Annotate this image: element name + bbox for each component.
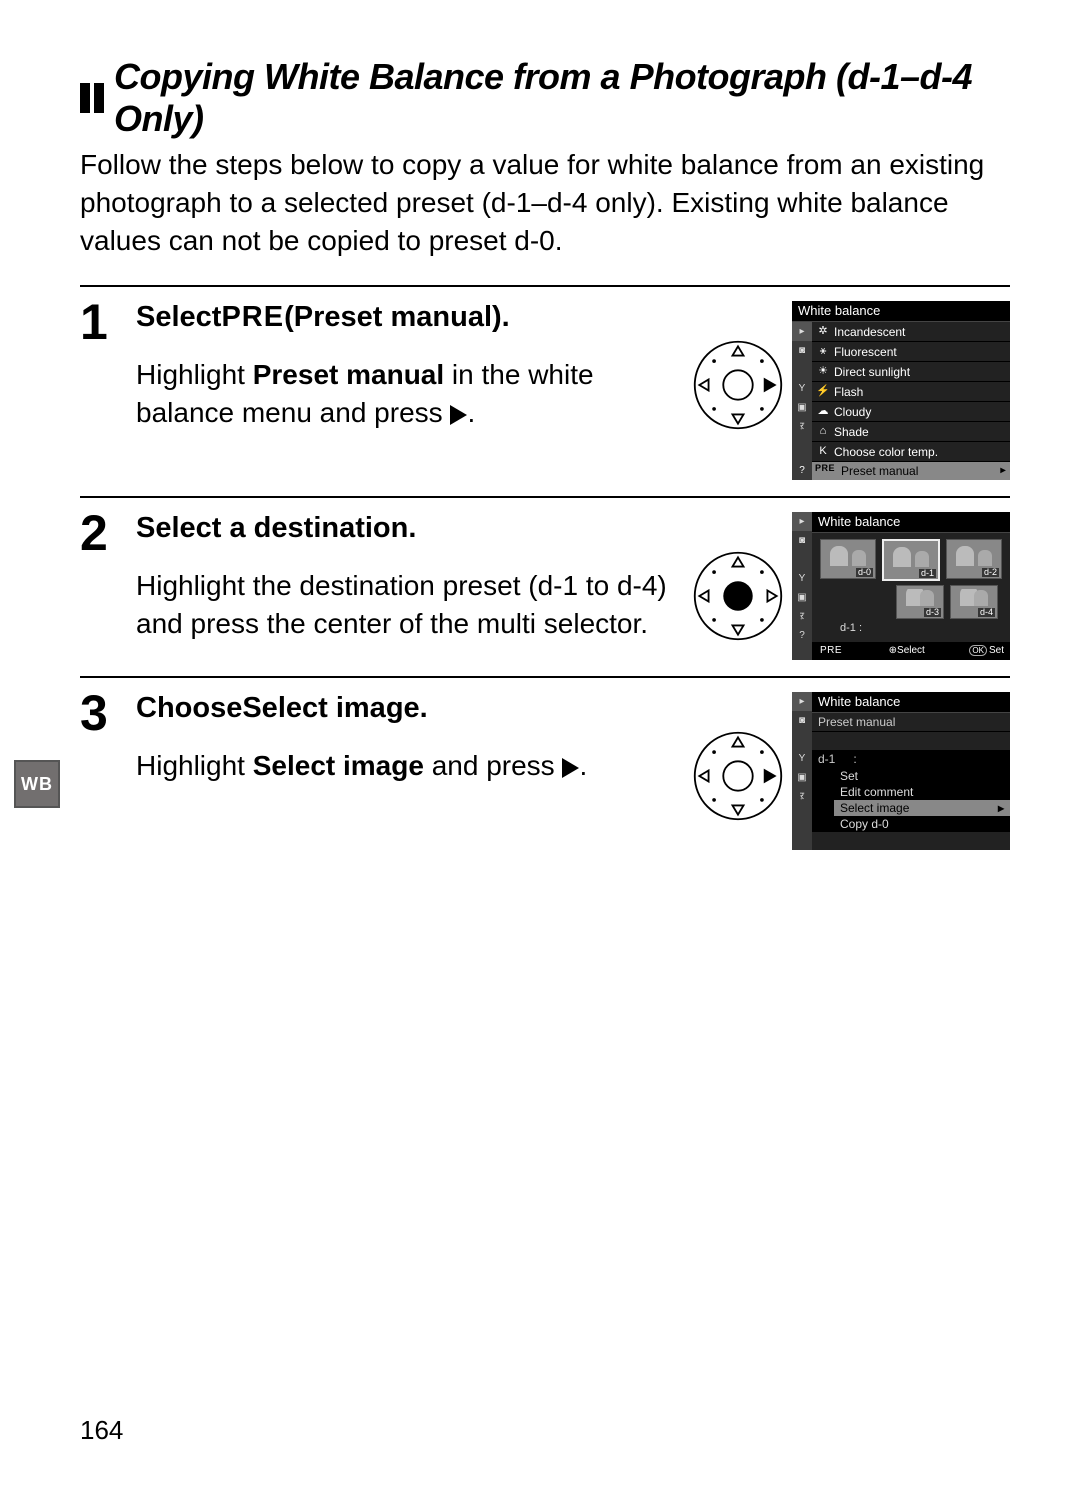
lcd1-item: ⚹Fluorescent bbox=[812, 342, 1010, 362]
preset-thumb: d-3 bbox=[896, 585, 944, 619]
lcd1-left-tabs: ▸ ◙ Y ▣ ऱ bbox=[792, 322, 812, 462]
divider bbox=[80, 496, 1010, 498]
right-arrow-icon bbox=[562, 758, 579, 778]
step-2-title: Select a destination. bbox=[136, 512, 674, 545]
step-number: 1 bbox=[80, 297, 136, 347]
lcd1-item: KChoose color temp. bbox=[812, 442, 1010, 462]
lcd-screenshot-1: White balance ▸ ◙ Y ▣ ऱ ✲Incandescent bbox=[792, 301, 1010, 480]
lcd1-selected-row: ? PRE Preset manual ▸ bbox=[792, 462, 1010, 480]
lcd3-item: Set bbox=[834, 768, 1010, 784]
lcd2-title: White balance bbox=[812, 512, 1010, 533]
lcd1-item: ⚡Flash bbox=[812, 382, 1010, 402]
multi-selector-icon bbox=[692, 339, 784, 431]
lcd3-title: White balance bbox=[812, 692, 1010, 713]
step-1: 1 Select PRE (Preset manual). Highlight … bbox=[80, 295, 1010, 480]
step-2-desc: Highlight the destination preset (d-1 to… bbox=[136, 567, 674, 643]
section-heading: Copying White Balance from a Photograph … bbox=[80, 56, 1010, 140]
right-arrow-icon bbox=[450, 405, 467, 425]
page-number: 164 bbox=[80, 1415, 123, 1446]
multi-selector-icon bbox=[692, 730, 784, 822]
preset-thumb: d-4 bbox=[950, 585, 998, 619]
step-3: 3 Choose Select image. Highlight Select … bbox=[80, 686, 1010, 850]
lcd-screenshot-2: ▸ ◙ Y ▣ ऱ ? White balance bbox=[792, 512, 1010, 660]
preset-thumb: d-0 bbox=[820, 539, 876, 579]
lcd3-item: Copy d-0 bbox=[834, 816, 1010, 832]
lcd-screenshot-3: ▸ ◙ Y ▣ ऱ White balance Preset manual d-… bbox=[792, 692, 1010, 850]
preset-thumb-selected: d-1 bbox=[882, 539, 940, 581]
step-1-title: Select PRE (Preset manual). bbox=[136, 301, 674, 334]
lcd3-left-tabs: ▸ ◙ Y ▣ ऱ bbox=[792, 692, 812, 850]
step-3-title: Choose Select image. bbox=[136, 692, 674, 725]
lcd1-item: ⌂Shade bbox=[812, 422, 1010, 442]
preset-thumb: d-2 bbox=[946, 539, 1002, 579]
step-1-desc: Highlight Preset manual in the white bal… bbox=[136, 356, 674, 432]
lcd3-preset-label: d-1: bbox=[812, 750, 1010, 768]
step-3-desc: Highlight Select image and press . bbox=[136, 747, 674, 785]
lcd2-left-tabs: ▸ ◙ Y ▣ ऱ ? bbox=[792, 512, 812, 660]
lcd2-current-label: d-1 : bbox=[818, 619, 1004, 636]
step-2: 2 Select a destination. Highlight the de… bbox=[80, 506, 1010, 660]
right-caret-icon: ▸ bbox=[998, 802, 1004, 814]
divider bbox=[80, 285, 1010, 287]
lcd1-item: ☁Cloudy bbox=[812, 402, 1010, 422]
heading-text: Copying White Balance from a Photograph … bbox=[114, 56, 1010, 140]
divider bbox=[80, 676, 1010, 678]
multi-selector-icon bbox=[692, 550, 784, 642]
step-number: 3 bbox=[80, 688, 136, 738]
intro-paragraph: Follow the steps below to copy a value f… bbox=[80, 146, 1010, 259]
lcd1-item: ✲Incandescent bbox=[812, 322, 1010, 342]
lcd1-title: White balance bbox=[792, 301, 1010, 322]
lcd3-item: Edit comment bbox=[834, 784, 1010, 800]
step-number: 2 bbox=[80, 508, 136, 558]
heading-bars-icon bbox=[80, 83, 104, 113]
wb-side-tab-icon: WB bbox=[14, 760, 60, 808]
lcd3-subtitle: Preset manual bbox=[812, 713, 1010, 732]
lcd1-item: ☀Direct sunlight bbox=[812, 362, 1010, 382]
lcd3-item-selected: Select image▸ bbox=[834, 800, 1010, 816]
right-caret-icon: ▸ bbox=[996, 462, 1010, 480]
